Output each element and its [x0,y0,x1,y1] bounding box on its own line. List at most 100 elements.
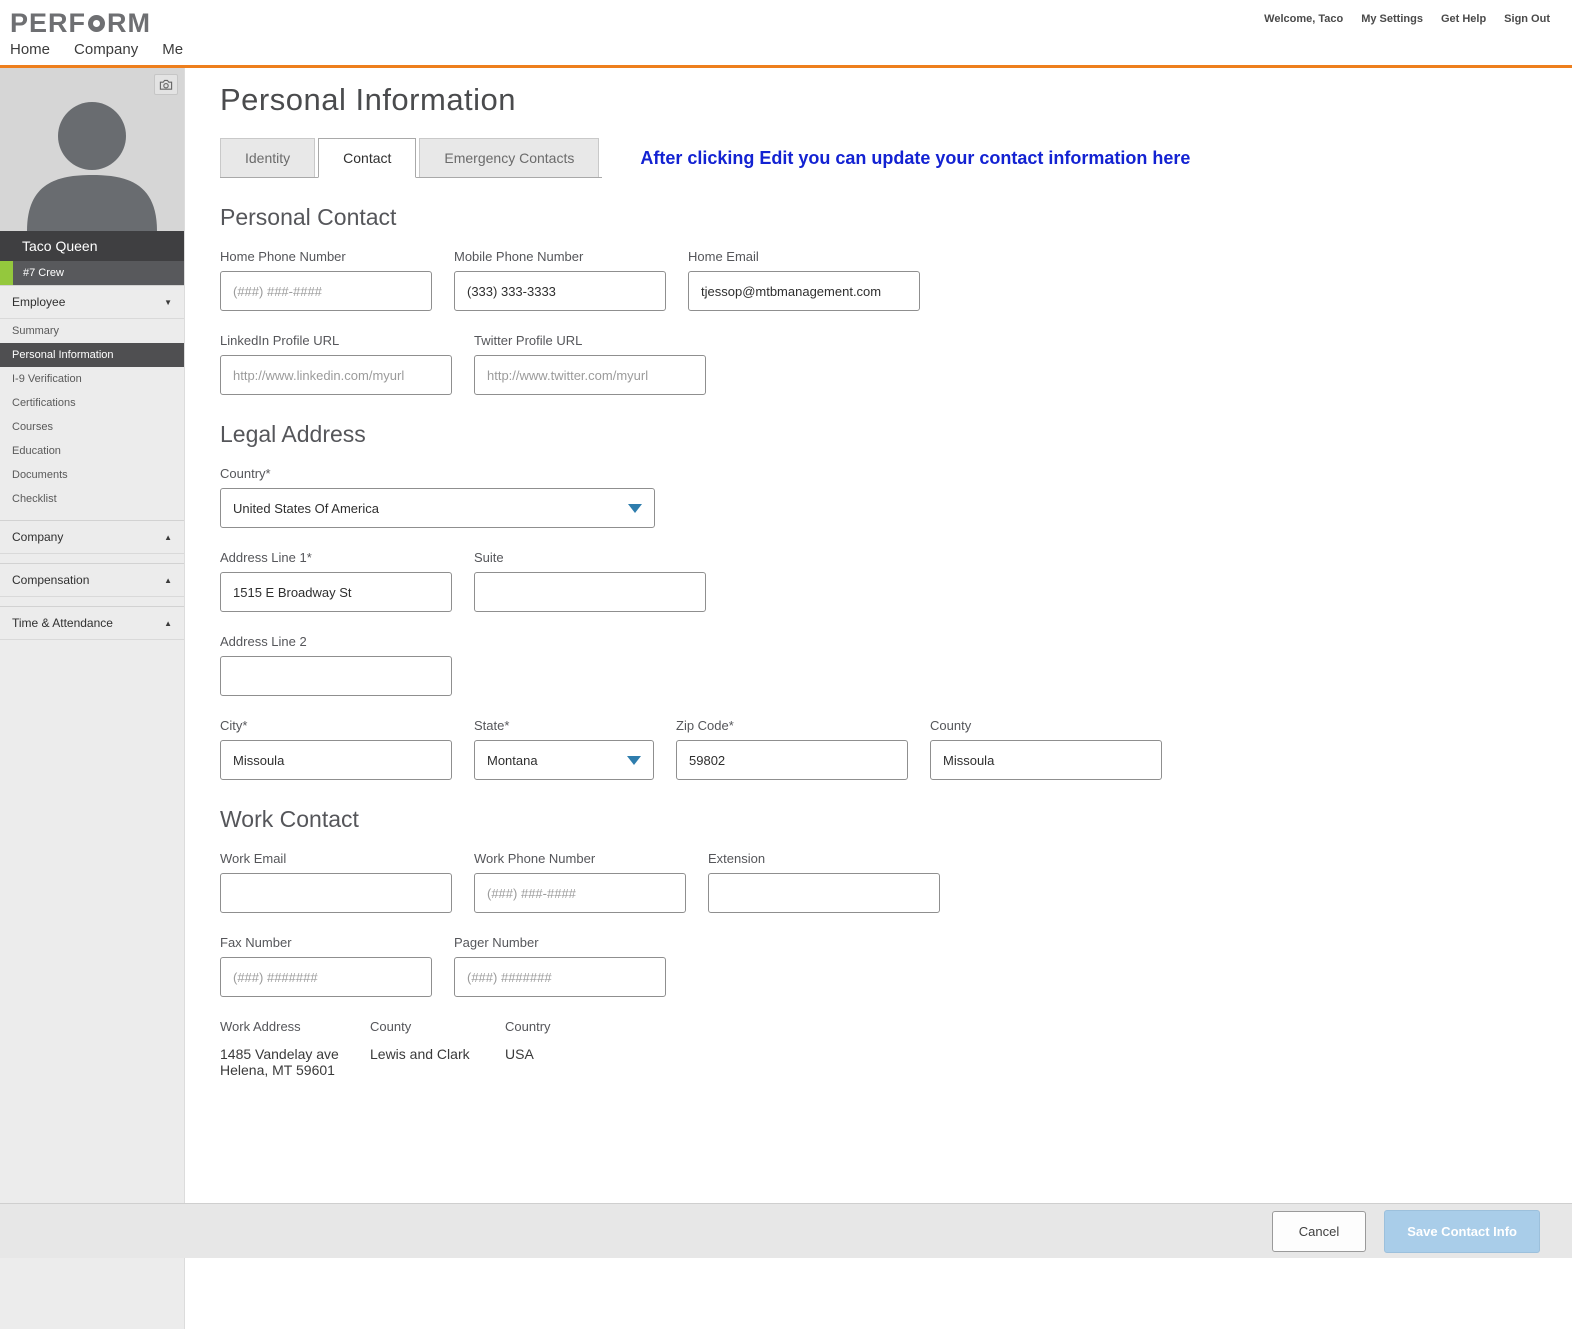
action-bar: Cancel Save Contact Info [0,1203,1572,1258]
tab-strip: Identity Contact Emergency Contacts [220,138,603,178]
chevron-down-icon: ▼ [164,297,172,307]
sidebar-item-personal-information[interactable]: Personal Information [0,343,184,367]
suite-label: Suite [474,550,504,565]
mobile-phone-input[interactable] [454,271,666,311]
field-state: State* Montana [474,718,654,780]
twitter-input[interactable] [474,355,706,395]
main-nav: Home Company Me [10,41,183,58]
sidebar-item-i9-verification[interactable]: I-9 Verification [0,367,184,391]
get-help-link[interactable]: Get Help [1441,13,1486,25]
tab-contact[interactable]: Contact [318,138,417,178]
home-phone-input[interactable] [220,271,432,311]
sidebar-item-education[interactable]: Education [0,439,184,463]
top-header: PERF RM Welcome, Taco My Settings Get He… [0,0,1572,65]
field-county: County [930,718,1162,780]
sidebar-section-label: Employee [12,295,66,309]
utility-links: Welcome, Taco My Settings Get Help Sign … [1264,13,1550,25]
sidebar-item-summary[interactable]: Summary [0,319,184,343]
nav-me[interactable]: Me [162,41,183,58]
field-address-line-1: Address Line 1* [220,550,452,612]
main-content: Personal Information Identity Contact Em… [185,68,1572,1203]
field-home-email: Home Email [688,249,920,311]
section-heading-work-contact: Work Contact [220,806,359,832]
state-selected-value: Montana [487,752,538,768]
sidebar-item-courses[interactable]: Courses [0,415,184,439]
zip-code-input[interactable] [676,740,908,780]
welcome-text: Welcome, Taco [1264,13,1344,25]
app-logo: PERF RM [10,8,151,39]
linkedin-input[interactable] [220,355,452,395]
sidebar-section-company[interactable]: Company ▲ [0,520,184,554]
avatar [0,68,184,231]
work-county-label: County [370,1019,412,1034]
county-input[interactable] [930,740,1162,780]
logo-o-icon [88,15,106,32]
nav-company[interactable]: Company [74,41,138,58]
address1-label: Address Line 1* [220,550,312,565]
fax-number-input[interactable] [220,957,432,997]
pager-label: Pager Number [454,935,539,950]
tab-emergency-contacts[interactable]: Emergency Contacts [419,138,600,177]
pager-number-input[interactable] [454,957,666,997]
state-select[interactable]: Montana [474,740,654,780]
sidebar-section-compensation[interactable]: Compensation ▲ [0,563,184,597]
field-mobile-phone: Mobile Phone Number [454,249,666,311]
work-address-values: 1485 Vandelay ave Helena, MT 59601 Lewis… [220,1046,1572,1078]
extension-label: Extension [708,851,766,866]
my-settings-link[interactable]: My Settings [1361,13,1423,25]
sidebar: Taco Queen #7 Crew Employee ▼ Summary Pe… [0,68,185,1203]
sign-out-link[interactable]: Sign Out [1504,13,1550,25]
sidebar-item-certifications[interactable]: Certifications [0,391,184,415]
county-label: County [930,718,972,733]
camera-icon[interactable] [154,74,178,95]
field-city: City* [220,718,452,780]
save-contact-info-button[interactable]: Save Contact Info [1384,1209,1540,1253]
employee-role-label: #7 Crew [23,267,64,279]
zip-label: Zip Code* [676,718,734,733]
sidebar-item-documents[interactable]: Documents [0,463,184,487]
sidebar-section-label: Compensation [12,573,90,587]
cancel-button[interactable]: Cancel [1271,1210,1367,1252]
work-phone-input[interactable] [474,873,686,913]
chevron-up-icon: ▲ [164,575,172,585]
work-phone-label: Work Phone Number [474,851,596,866]
address-line-1-input[interactable] [220,572,452,612]
address-line-2-input[interactable] [220,656,452,696]
sidebar-section-time-attendance[interactable]: Time & Attendance ▲ [0,606,184,640]
nav-home[interactable]: Home [10,41,50,58]
home-phone-label: Home Phone Number [220,249,346,264]
extension-input[interactable] [708,873,940,913]
sidebar-section-label: Company [12,530,64,544]
section-heading-legal-address: Legal Address [220,421,366,447]
field-linkedin-url: LinkedIn Profile URL [220,333,452,395]
field-work-email: Work Email [220,851,452,913]
country-label: Country* [220,466,271,481]
field-home-phone: Home Phone Number [220,249,432,311]
tab-identity[interactable]: Identity [220,138,316,177]
field-fax-number: Fax Number [220,935,432,997]
page-title: Personal Information [220,82,517,117]
employee-name: Taco Queen [0,231,184,261]
bottom-strip [0,1258,1572,1329]
city-input[interactable] [220,740,452,780]
sidebar-section-employee[interactable]: Employee ▼ [0,285,184,319]
field-work-phone: Work Phone Number [474,851,686,913]
chevron-down-icon [628,503,642,513]
work-email-label: Work Email [220,851,287,866]
country-select[interactable]: United States Of America [220,488,655,528]
chevron-up-icon: ▲ [164,618,172,628]
mobile-phone-label: Mobile Phone Number [454,249,584,264]
field-extension: Extension [708,851,940,913]
work-county-value: Lewis and Clark [370,1046,470,1062]
work-address-label: Work Address [220,1019,301,1034]
twitter-label: Twitter Profile URL [474,333,583,348]
section-heading-personal-contact: Personal Contact [220,204,397,230]
work-email-input[interactable] [220,873,452,913]
sidebar-item-checklist[interactable]: Checklist [0,487,184,511]
home-email-input[interactable] [688,271,920,311]
state-label: State* [474,718,510,733]
field-suite: Suite [474,550,706,612]
suite-input[interactable] [474,572,706,612]
sidebar-employee-items: Summary Personal Information I-9 Verific… [0,319,184,511]
address2-label: Address Line 2 [220,634,307,649]
